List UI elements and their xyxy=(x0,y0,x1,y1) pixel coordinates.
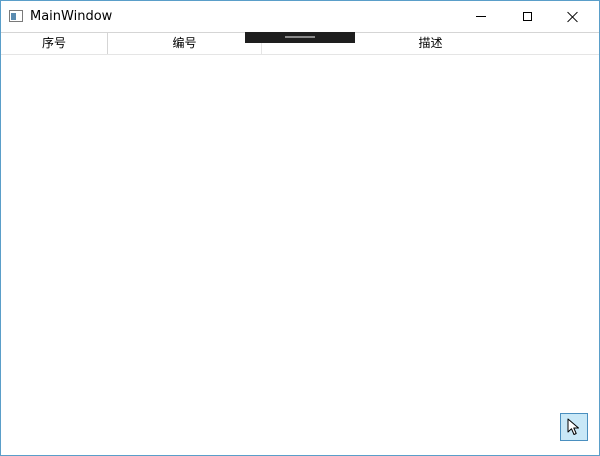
column-header-code[interactable]: 编号 xyxy=(108,33,262,54)
maximize-icon xyxy=(522,12,532,21)
main-window: MainWindow 序号 编号 描述 xyxy=(0,0,600,456)
column-header-index[interactable]: 序号 xyxy=(1,33,108,54)
title-bar[interactable]: MainWindow xyxy=(1,1,599,32)
debug-toolbar[interactable] xyxy=(245,32,355,43)
cursor-arrow-icon xyxy=(567,418,579,435)
minimize-button[interactable] xyxy=(458,1,504,32)
grid-body xyxy=(1,55,599,455)
window-title: MainWindow xyxy=(30,9,113,24)
close-icon xyxy=(567,11,579,23)
minimize-icon xyxy=(476,16,486,17)
app-window-icon xyxy=(9,10,23,22)
grip-handle-icon[interactable] xyxy=(285,36,315,38)
close-button[interactable] xyxy=(550,1,596,32)
maximize-button[interactable] xyxy=(504,1,550,32)
selection-tool-button[interactable] xyxy=(560,413,588,441)
